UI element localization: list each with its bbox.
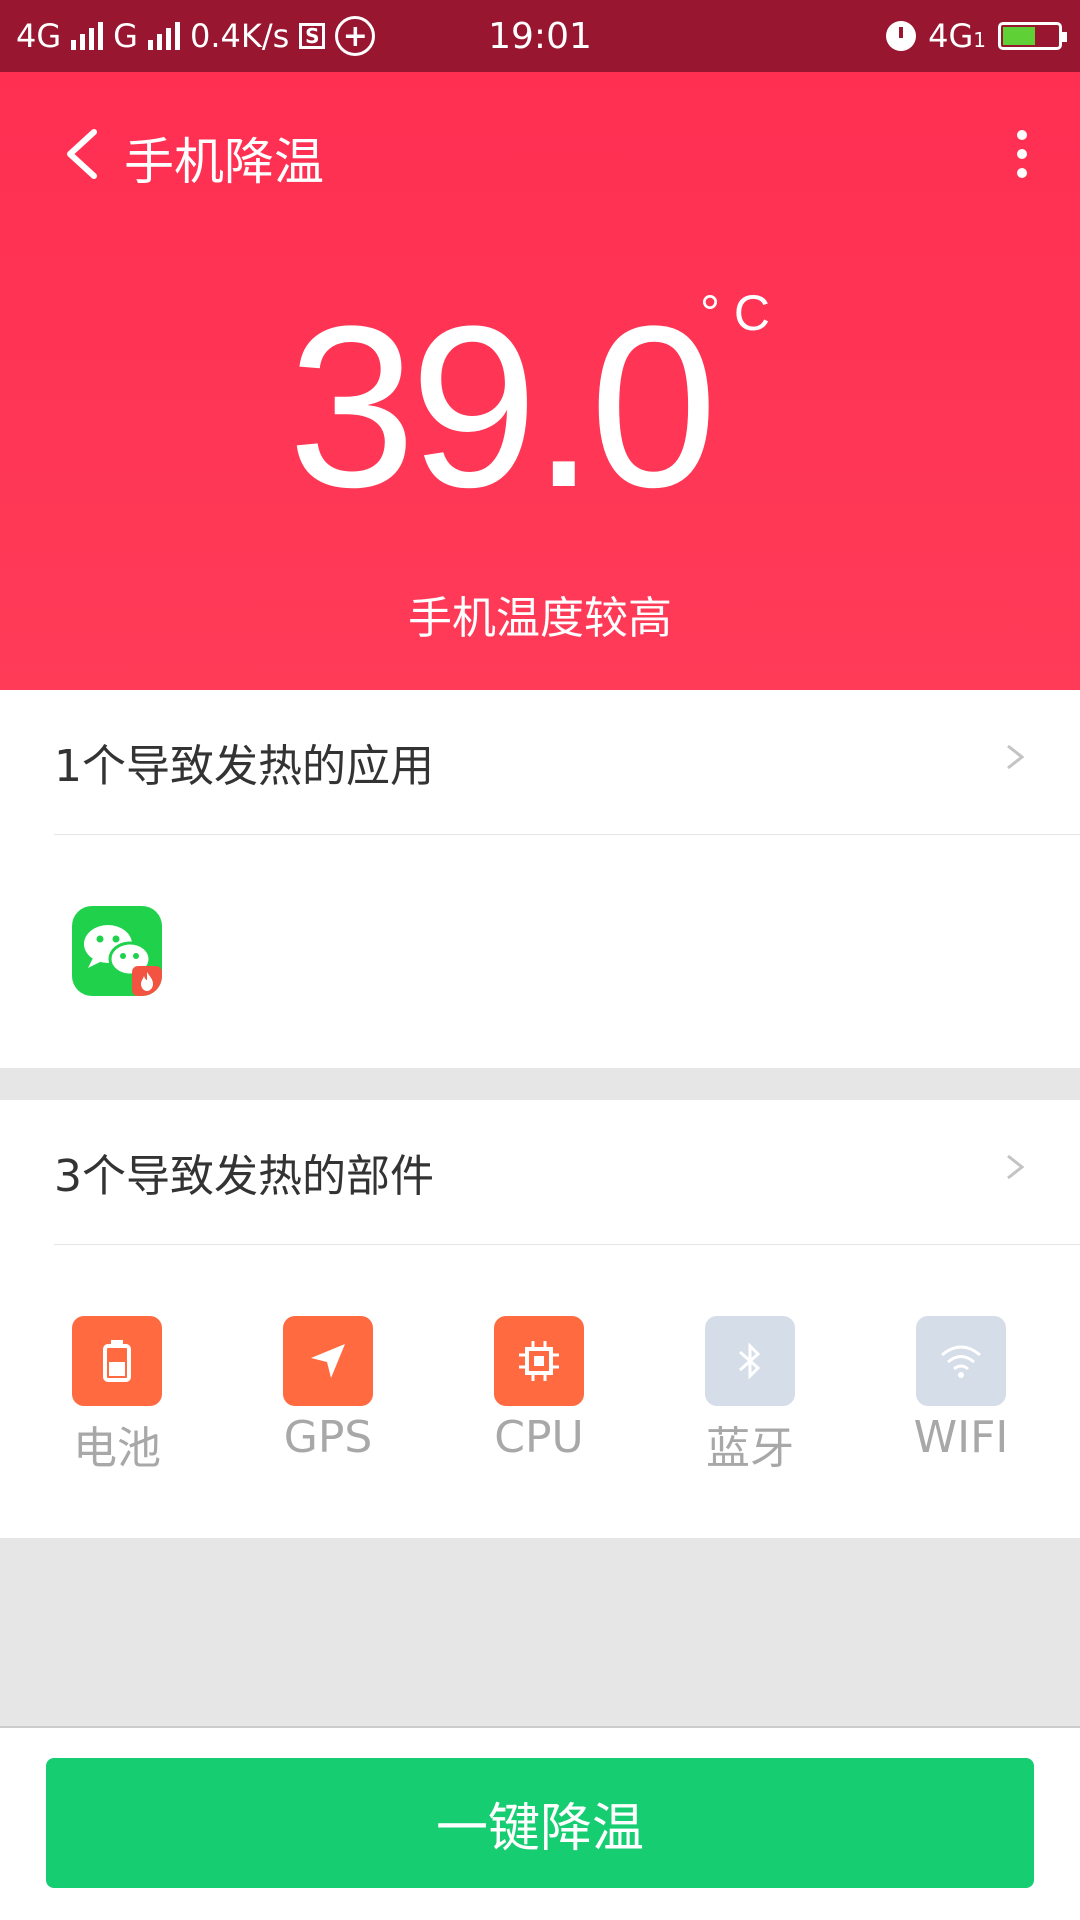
bottom-divider [0,1726,1080,1728]
part-label: GPS [283,1412,373,1463]
part-wifi[interactable]: WIFI [891,1316,1031,1463]
status-left: 4G G 0.4K/s S + [16,0,376,72]
battery-icon [72,1316,162,1406]
part-bluetooth[interactable]: 蓝牙 [680,1316,820,1476]
network-type-3: 4G1 [928,17,986,55]
part-label: CPU [494,1412,584,1463]
temperature-unit: ° C [700,285,770,341]
temperature-status: 手机温度较高 [408,593,672,644]
network-type-2: G [113,17,138,55]
network-speed: 0.4K/s [189,17,290,55]
wifi-icon [916,1316,1006,1406]
more-dots-icon [1017,130,1027,140]
alarm-icon [886,21,917,51]
wechat-icon[interactable] [72,906,162,996]
status-right: 4G1 [886,0,1067,72]
section-divider [0,1068,1080,1100]
battery-icon [998,22,1067,50]
chevron-right-icon [1007,744,1025,770]
bluetooth-icon [705,1316,795,1406]
fire-badge-icon [132,966,162,996]
status-bar: 4G G 0.4K/s S + 19:01 4G1 [0,0,1080,72]
chevron-left-icon [67,129,97,179]
signal-icon [71,22,104,50]
part-cpu[interactable]: CPU [469,1316,609,1463]
heating-apps-header[interactable]: 1个导致发热的应用 [54,690,1080,835]
heating-parts-list: 电池 GPS CPU 蓝牙 WIFI [0,1316,1080,1474]
temperature-value: 39.0 [288,278,718,535]
empty-area [0,1538,1080,1726]
part-label: 蓝牙 [706,1423,794,1474]
more-options-button[interactable] [1000,124,1044,184]
temperature-hero: 手机降温 39.0 ° C 手机温度较高 [0,72,1080,690]
s-app-icon: S [299,23,326,49]
chip-icon [494,1316,584,1406]
temperature-display: 39.0 ° C [0,272,1080,592]
location-arrow-icon [283,1316,373,1406]
network-type-1: 4G [16,17,62,55]
part-label: WIFI [913,1412,1009,1463]
heating-parts-title: 3个导致发热的部件 [54,1151,434,1202]
part-label: 电池 [73,1423,161,1474]
chevron-right-icon [1007,1154,1025,1180]
part-gps[interactable]: GPS [258,1316,398,1463]
plus-circle-icon: + [335,16,376,56]
signal-icon [147,22,180,50]
heating-apps-title: 1个导致发热的应用 [54,741,434,792]
part-battery[interactable]: 电池 [47,1316,187,1476]
heating-parts-header[interactable]: 3个导致发热的部件 [54,1100,1080,1245]
back-button[interactable] [56,124,116,184]
one-key-cool-button[interactable]: 一键降温 [46,1758,1034,1888]
page-title: 手机降温 [124,133,324,191]
